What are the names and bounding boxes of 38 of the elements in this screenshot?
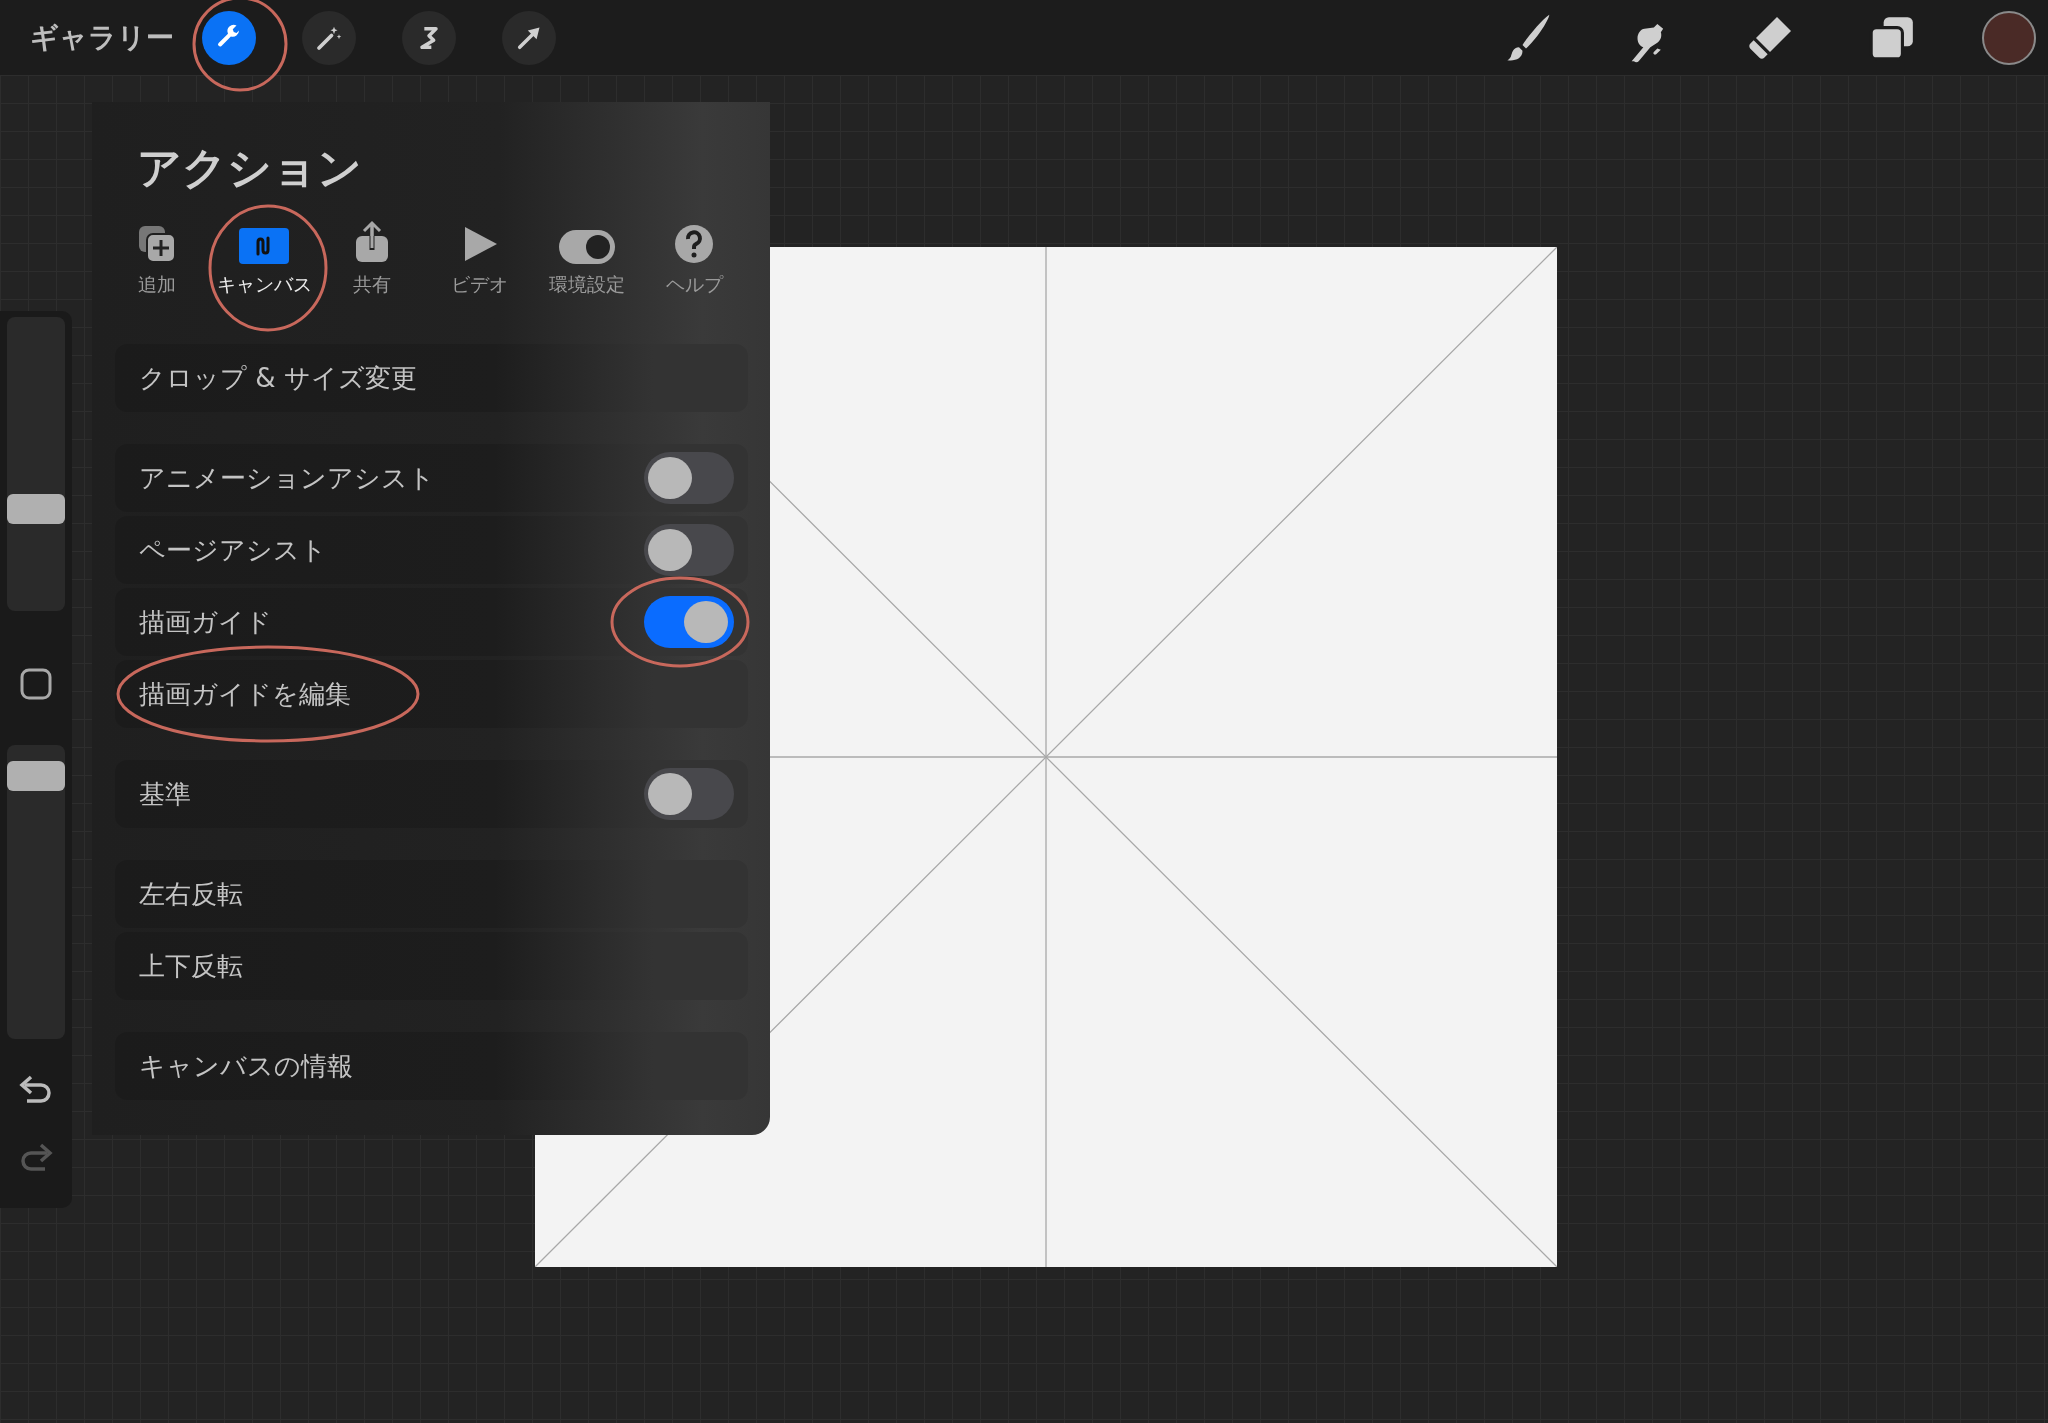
undo-icon[interactable] [19, 1075, 53, 1105]
menu-row[interactable]: キャンバスの情報 [115, 1032, 748, 1100]
menu-row[interactable]: 描画ガイドを編集 [115, 660, 748, 728]
row-label: ページアシスト [139, 533, 327, 567]
help-icon [674, 224, 715, 264]
row-label: 左右反転 [139, 877, 243, 911]
toggle-switch[interactable] [644, 524, 734, 576]
panel-tab[interactable]: 共有 [318, 218, 426, 298]
row-label: 描画ガイド [139, 605, 272, 639]
panel-title: アクション [137, 141, 363, 195]
toggle-switch[interactable] [644, 596, 734, 648]
gallery-link[interactable]: ギャラリー [30, 18, 174, 57]
slider-thumb[interactable] [7, 493, 65, 524]
row-label: 上下反転 [139, 949, 243, 983]
panel-tab[interactable]: ヘルプ [640, 218, 748, 298]
opacity-slider[interactable] [7, 745, 65, 1039]
panel-tab[interactable]: 追加 [103, 218, 211, 298]
row-label: クロップ & サイズ変更 [139, 361, 417, 395]
menu-row[interactable]: 左右反転 [115, 860, 748, 928]
panel-tab[interactable]: 環境設定 [533, 218, 641, 298]
brush-size-slider[interactable] [7, 317, 65, 611]
row-label: 基準 [139, 777, 191, 811]
modify-button[interactable] [19, 667, 53, 701]
toggle-icon [558, 230, 615, 264]
share-icon [353, 220, 390, 264]
toolbar-button[interactable] [202, 10, 256, 65]
slider-thumb[interactable] [7, 760, 65, 791]
toggle-switch[interactable] [644, 452, 734, 504]
color-swatch[interactable] [1982, 10, 2036, 65]
menu-row[interactable]: 上下反転 [115, 932, 748, 1000]
toggle-switch[interactable] [644, 768, 734, 820]
wave-icon [239, 228, 290, 264]
menu-row[interactable]: クロップ & サイズ変更 [115, 344, 748, 412]
add-icon [136, 224, 177, 264]
panel-tab[interactable]: ビデオ [425, 218, 533, 298]
row-label: アニメーションアシスト [139, 461, 435, 495]
row-label: キャンバスの情報 [139, 1049, 353, 1083]
row-label: 描画ガイドを編集 [139, 677, 351, 711]
